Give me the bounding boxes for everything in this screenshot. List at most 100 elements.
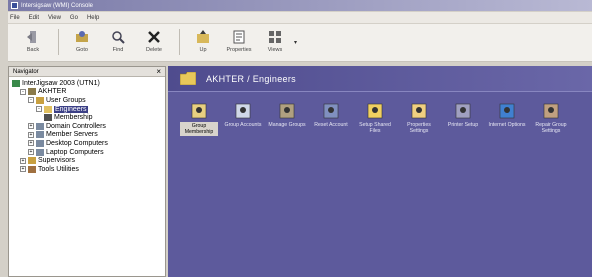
tree-node[interactable]: InterJigsaw 2003 (UTN1) [9, 79, 165, 88]
folder-icon [44, 105, 52, 113]
tools-icon [28, 165, 36, 173]
expand-icon[interactable]: + [28, 123, 34, 130]
internet-icon [499, 103, 515, 119]
navigator-title: Navigator [13, 68, 39, 75]
task-item-label: Group Accounts [224, 122, 262, 128]
repair-icon [543, 103, 559, 119]
folder-icon [180, 72, 196, 85]
collapse-icon[interactable]: - [28, 97, 34, 104]
task-item-label: Properties Settings [407, 122, 431, 134]
task-item-label: Group Membership [180, 122, 218, 136]
window-title: Intersigsaw (WMI) Console [21, 2, 94, 9]
membership-icon [191, 103, 207, 119]
tree-node-label: Domain Controllers [46, 122, 106, 130]
properties-label: Properties [226, 47, 252, 53]
task-item[interactable]: Group Accounts [224, 102, 262, 136]
tree-node-label: Membership [54, 114, 93, 122]
task-item[interactable]: Properties Settings [400, 102, 438, 136]
navigator-tree: InterJigsaw 2003 (UTN1) - AKHTER - User Grou… [9, 77, 165, 174]
menu-help[interactable]: Help [87, 15, 99, 21]
content-header: AKHTER / Engineers [168, 66, 592, 92]
goto-icon [76, 31, 88, 42]
tree-node-label: AKHTER [38, 88, 67, 96]
tree-node[interactable]: - User Groups [9, 96, 165, 105]
expand-icon[interactable]: + [28, 140, 34, 147]
find-label: Find [112, 47, 124, 53]
task-item-label: Printer Setup [447, 122, 479, 128]
task-item[interactable]: Setup Shared Files [356, 102, 394, 136]
expand-icon[interactable]: + [28, 149, 34, 156]
task-item[interactable]: Internet Options [488, 102, 526, 136]
domain-icon [28, 88, 36, 96]
back-icon [27, 31, 36, 43]
tree-node[interactable]: - Engineers [9, 105, 165, 114]
toolbar: Back Goto Find Delete Up Properties View… [8, 24, 592, 62]
delete-label: Delete [146, 47, 162, 53]
goto-button[interactable]: Goto [65, 29, 99, 53]
task-item[interactable]: Printer Setup [444, 102, 482, 136]
tree-node[interactable]: + Supervisors [9, 156, 165, 165]
tree-node[interactable]: - AKHTER [9, 88, 165, 97]
menu-view[interactable]: View [48, 15, 61, 21]
menu-file[interactable]: File [10, 15, 20, 21]
expand-icon[interactable]: + [20, 166, 26, 173]
tree-node-label: Desktop Computers [46, 139, 108, 147]
tree-node[interactable]: + Laptop Computers [9, 148, 165, 157]
views-button[interactable]: Views [258, 29, 292, 53]
task-item-label: Internet Options [488, 122, 526, 128]
collapse-icon[interactable]: - [36, 106, 42, 113]
find-icon [112, 31, 125, 44]
computer-icon [36, 131, 44, 139]
group-icon [36, 96, 44, 104]
views-dropdown-icon[interactable]: ▾ [294, 39, 297, 46]
app-icon [11, 2, 18, 9]
member-icon [44, 114, 52, 122]
task-icon-grid: Group Membership Group Accounts Manage Gro… [168, 92, 592, 136]
tree-node-label: Laptop Computers [46, 148, 104, 156]
views-label: Views [267, 47, 283, 53]
reset-account-icon [323, 103, 339, 119]
close-icon[interactable]: × [156, 67, 161, 76]
computer-icon [36, 148, 44, 156]
globe-icon [12, 79, 20, 87]
task-item[interactable]: Repair Group Settings [532, 102, 570, 136]
menu-edit[interactable]: Edit [29, 15, 39, 21]
back-label: Back [26, 47, 40, 53]
collapse-icon[interactable]: - [20, 88, 26, 95]
properties-icon [233, 30, 245, 44]
task-item-label: Manage Groups [268, 122, 306, 128]
up-button[interactable]: Up [186, 29, 220, 53]
toolbar-separator [58, 29, 59, 55]
tree-node-label: InterJigsaw 2003 (UTN1) [22, 79, 100, 87]
group-icon [28, 157, 36, 165]
tree-node[interactable]: + Member Servers [9, 131, 165, 140]
expand-icon[interactable]: + [28, 131, 34, 138]
tree-node[interactable]: + Domain Controllers [9, 122, 165, 131]
tree-node[interactable]: Membership [9, 113, 165, 122]
task-item[interactable]: Manage Groups [268, 102, 306, 136]
find-button[interactable]: Find [101, 29, 135, 53]
navigator-header: Navigator × [9, 67, 165, 77]
task-item[interactable]: Reset Account [312, 102, 350, 136]
accounts-icon [235, 103, 251, 119]
tree-node-label: Tools Utilities [38, 165, 79, 173]
properties-button[interactable]: Properties [222, 29, 256, 53]
properties-settings-icon [411, 103, 427, 119]
expand-icon[interactable]: + [20, 157, 26, 164]
tree-node[interactable]: + Tools Utilities [9, 165, 165, 174]
delete-button[interactable]: Delete [137, 29, 171, 53]
tree-node-label: Engineers [54, 105, 88, 113]
shared-files-icon [367, 103, 383, 119]
printer-icon [455, 103, 471, 119]
tree-node[interactable]: + Desktop Computers [9, 139, 165, 148]
content-pane: AKHTER / Engineers Group Membership Group… [168, 66, 592, 277]
menu-bar: File Edit View Go Help [8, 12, 592, 23]
views-icon [269, 31, 281, 43]
tree-node-label: Member Servers [46, 131, 98, 139]
task-item[interactable]: Group Membership [180, 102, 218, 136]
up-label: Up [199, 47, 207, 53]
goto-label: Goto [76, 47, 88, 53]
menu-go[interactable]: Go [70, 15, 78, 21]
computer-icon [36, 122, 44, 130]
back-button[interactable]: Back [16, 29, 50, 53]
